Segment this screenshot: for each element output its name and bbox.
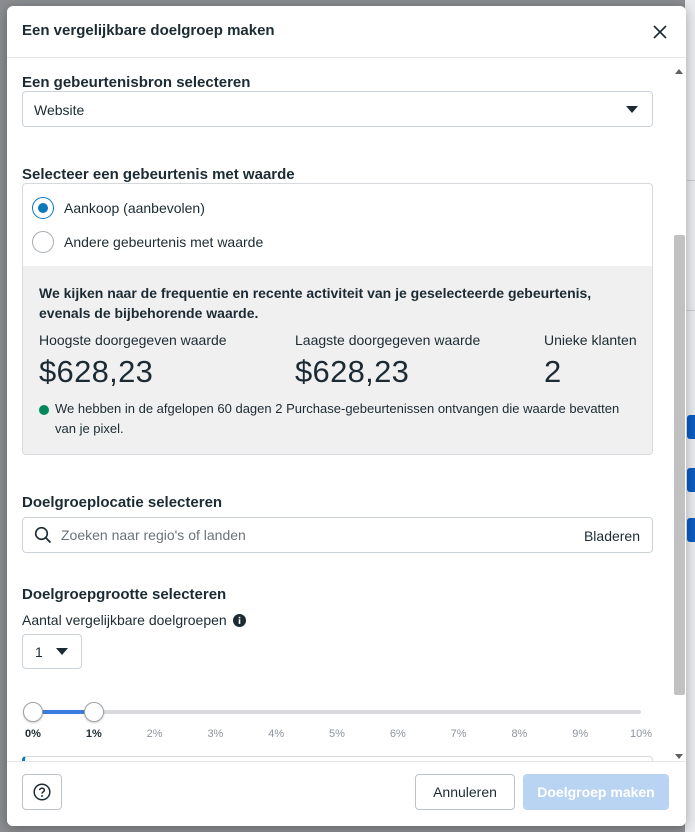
background-divider — [687, 310, 695, 311]
value-event-label: Selecteer een gebeurtenis met waarde — [22, 166, 295, 183]
event-source-label: Een gebeurtenisbron selecteren — [22, 74, 251, 91]
stat-lowest-value: Laagste doorgegeven waarde $628,23 — [295, 332, 480, 390]
chevron-down-icon — [56, 648, 68, 655]
background-divider — [687, 180, 695, 181]
scroll-down-icon[interactable] — [675, 754, 683, 759]
create-audience-button[interactable]: Doelgroep maken — [523, 774, 669, 810]
slider-tick-label: 7% — [450, 728, 467, 740]
radio-button-selected[interactable] — [32, 197, 54, 219]
slider-tick-label: 0% — [25, 728, 41, 740]
stat-value: 2 — [544, 354, 562, 389]
slider-tick-label: 8% — [511, 728, 528, 740]
background-button — [687, 468, 695, 492]
audience-count-label: Aantal vergelijkbare doelgroepen — [22, 612, 246, 628]
stat-value: $628,23 — [295, 354, 410, 389]
help-button[interactable] — [22, 774, 62, 810]
event-info-text: We kijken naar de frequentie en recente … — [39, 285, 592, 321]
event-info-panel: We kijken naar de frequentie en recente … — [23, 266, 652, 454]
dialog-footer: Annuleren Doelgroep maken — [7, 761, 686, 826]
lookalike-audience-dialog: Een vergelijkbare doelgroep maken Een ge… — [7, 6, 686, 826]
slider-tick-label: 10% — [629, 728, 653, 740]
audience-count-label-text: Aantal vergelijkbare doelgroepen — [22, 612, 227, 628]
pixel-status-text: We hebben in de afgelopen 60 dagen 2 Pur… — [55, 401, 620, 436]
radio-option-other-event[interactable]: Andere gebeurtenis met waarde — [32, 230, 263, 254]
scroll-up-icon[interactable] — [675, 69, 683, 74]
location-search: Bladeren — [22, 517, 653, 553]
slider-tick-label: 2% — [146, 728, 163, 740]
browse-button[interactable]: Bladeren — [584, 528, 640, 544]
dialog-header: Een vergelijkbare doelgroep maken — [7, 6, 686, 58]
background-button — [687, 518, 695, 542]
stat-label: Unieke klanten — [544, 332, 637, 348]
stat-unique-customers: Unieke klanten 2 — [544, 332, 637, 390]
info-icon[interactable] — [232, 613, 246, 627]
slider-tick-label: 4% — [268, 728, 285, 740]
radio-button[interactable] — [32, 231, 54, 253]
scrollbar-thumb[interactable] — [674, 235, 685, 695]
value-event-box: Aankoop (aanbevolen) Andere gebeurtenis … — [22, 183, 653, 455]
background-page — [685, 0, 695, 832]
stat-label: Hoogste doorgegeven waarde — [39, 332, 227, 348]
stat-label: Laagste doorgegeven waarde — [295, 332, 481, 348]
audience-size-label: Doelgroepgrootte selecteren — [22, 586, 227, 603]
slider-tick-label: 6% — [389, 728, 406, 740]
event-source-select[interactable]: Website — [22, 91, 653, 127]
pixel-status-note: We hebben in de afgelopen 60 dagen 2 Pur… — [39, 399, 629, 439]
audience-count-select[interactable]: 1 — [22, 634, 82, 669]
radio-option-purchase[interactable]: Aankoop (aanbevolen) — [32, 196, 205, 220]
slider-tick-label: 1% — [85, 728, 102, 740]
close-icon — [653, 25, 667, 39]
location-search-input[interactable] — [61, 518, 561, 552]
stat-value: $628,23 — [39, 354, 154, 389]
stat-highest-value: Hoogste doorgegeven waarde $628,23 — [39, 332, 227, 390]
background-button — [687, 415, 695, 439]
scrollbar[interactable] — [672, 59, 686, 761]
cancel-button[interactable]: Annuleren — [415, 774, 515, 810]
radio-option-label: Aankoop (aanbevolen) — [64, 200, 205, 216]
chevron-down-icon — [626, 106, 638, 113]
help-icon — [33, 783, 51, 801]
audience-count-value: 1 — [35, 644, 43, 660]
dialog-content: Een gebeurtenisbron selecteren Website S… — [7, 59, 686, 761]
location-label: Doelgroeplocatie selecteren — [22, 494, 223, 511]
close-button[interactable] — [648, 20, 672, 44]
slider-handle-start[interactable] — [23, 702, 43, 722]
event-source-value: Website — [34, 102, 85, 118]
slider-tick-label: 9% — [572, 728, 589, 740]
dialog-title: Een vergelijkbare doelgroep maken — [22, 22, 275, 39]
audience-size-slider[interactable]: 0% 1% 2% 3% 4% 5% 6% 7% 8% 9% 10% — [23, 702, 652, 742]
slider-tick-label: 5% — [329, 728, 345, 740]
slider-handle-end[interactable] — [83, 702, 104, 722]
slider-tick-label: 3% — [207, 728, 224, 740]
slider-track — [33, 710, 641, 714]
status-dot-icon — [39, 405, 49, 415]
search-icon — [34, 526, 52, 544]
radio-option-label: Andere gebeurtenis met waarde — [64, 234, 264, 250]
